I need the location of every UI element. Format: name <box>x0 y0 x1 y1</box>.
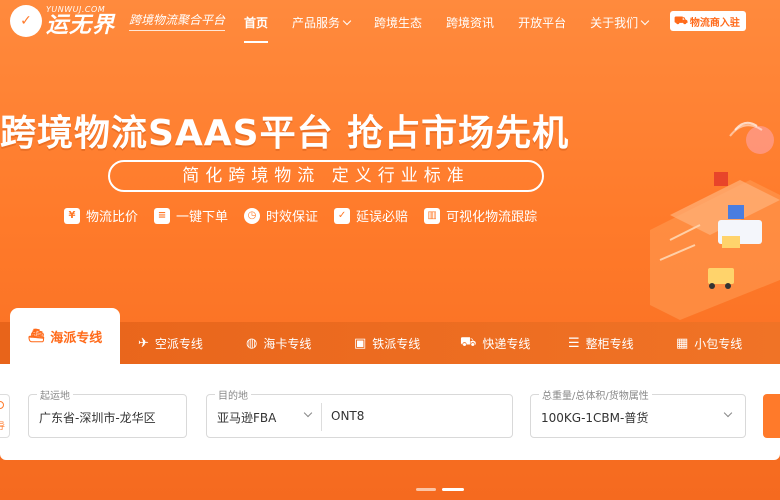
plane-icon: ✈ <box>138 335 149 351</box>
tab-sea-truck-line[interactable]: ◍ 海卡专线 <box>246 322 311 364</box>
feature-label: 时效保证 <box>266 210 319 225</box>
feature-item: ≡ 一键下单 <box>154 206 228 225</box>
chevron-down-icon <box>640 16 650 26</box>
logo-mark-icon: ✓ <box>10 5 42 37</box>
nav-item-label: 开放平台 <box>518 16 567 30</box>
left-partial-control[interactable]: 导 <box>0 394 10 438</box>
tab-container-line[interactable]: ☰ 整柜专线 <box>568 322 634 364</box>
feature-item: ¥ 物流比价 <box>64 206 138 225</box>
tab-sea-line[interactable]: ⛴ 海派专线 <box>10 308 120 364</box>
logo[interactable]: ✓ YUNWUJ.COM 运无界 跨境物流聚合平台 <box>10 4 226 38</box>
tab-express-line[interactable]: ⛟ 快递专线 <box>460 322 530 364</box>
cargo-value: 100KG-1CBM-普货 <box>541 411 649 425</box>
logo-cn: 运无界 <box>46 12 116 38</box>
feature-item: ◷ 时效保证 <box>244 206 318 225</box>
globe-icon: ◍ <box>246 335 258 351</box>
chart-icon: ▥ <box>424 207 441 224</box>
nav-item-label: 跨境生态 <box>374 16 423 30</box>
nav-item-label: 关于我们 <box>590 16 639 30</box>
train-icon: ▣ <box>354 335 367 351</box>
tab-label: 空派专线 <box>154 336 203 351</box>
hero-subtitle: 简化跨境物流 定义行业标准 <box>108 160 544 192</box>
nav-item-about[interactable]: 关于我们 <box>578 0 660 46</box>
tab-rail-line[interactable]: ▣ 铁派专线 <box>354 322 420 364</box>
tab-parcel-line[interactable]: ▦ 小包专线 <box>676 322 742 364</box>
origin-label: 起运地 <box>37 387 73 402</box>
feature-item: ▥ 可视化物流跟踪 <box>424 206 537 225</box>
destination-field[interactable]: 目的地 亚马逊FBA ONT8 <box>206 387 513 438</box>
truck-icon: ⛟ <box>460 334 477 350</box>
divider <box>321 403 322 431</box>
nav-item-home[interactable]: 首页 <box>232 0 280 46</box>
carousel-dot-active[interactable] <box>442 488 464 491</box>
nav-item-news[interactable]: 跨境资讯 <box>434 0 506 46</box>
carousel-dot[interactable] <box>416 488 436 491</box>
logo-slogan: 跨境物流聚合平台 <box>129 11 226 31</box>
feature-list: ¥ 物流比价 ≡ 一键下单 ◷ 时效保证 ✓ 延误必赔 ▥ 可视化物流跟踪 <box>64 206 553 225</box>
left-partial-char: 导 <box>0 422 6 432</box>
nav-item-label: 首页 <box>244 16 269 30</box>
chevron-down-icon[interactable] <box>303 408 313 418</box>
tab-label: 海卡专线 <box>263 336 312 351</box>
feature-label: 可视化物流跟踪 <box>446 210 538 225</box>
nav-item-products[interactable]: 产品服务 <box>280 0 362 46</box>
feature-label: 一键下单 <box>176 210 229 225</box>
clock-icon <box>0 401 4 409</box>
hero-title: 跨境物流SAAS平台 抢占市场先机 <box>0 113 570 154</box>
nav-item-label: 跨境资讯 <box>446 16 495 30</box>
chevron-down-icon <box>342 16 352 26</box>
tab-label: 海派专线 <box>50 330 103 346</box>
ship-icon: ⛴ <box>27 328 45 344</box>
tab-label: 铁派专线 <box>372 336 421 351</box>
destination-label: 目的地 <box>215 387 251 402</box>
cargo-label: 总重量/总体积/货物属性 <box>539 387 652 402</box>
cargo-field[interactable]: 总重量/总体积/货物属性 100KG-1CBM-普货 <box>530 387 746 438</box>
destination-code-value[interactable]: ONT8 <box>331 409 364 423</box>
feature-item: ✓ 延误必赔 <box>334 206 408 225</box>
nav-item-ecosystem[interactable]: 跨境生态 <box>362 0 434 46</box>
nav-item-label: 产品服务 <box>292 16 341 30</box>
tab-label: 整柜专线 <box>585 336 634 351</box>
package-icon: ▦ <box>676 335 689 351</box>
search-button[interactable] <box>763 394 780 438</box>
chevron-down-icon <box>723 408 733 418</box>
search-panel: 导 起运地 广东省-深圳市-龙华区 目的地 亚马逊FBA ONT8 总重量/总体… <box>0 364 780 460</box>
shipping-line-tabs: ⛴ 海派专线 ✈ 空派专线 ◍ 海卡专线 ▣ 铁派专线 ⛟ 快递专线 ☰ 整柜专… <box>0 308 780 364</box>
tab-air-line[interactable]: ✈ 空派专线 <box>138 322 203 364</box>
origin-field[interactable]: 起运地 广东省-深圳市-龙华区 <box>28 387 187 438</box>
logo-text: YUNWUJ.COM 运无界 <box>46 4 116 38</box>
feature-label: 物流比价 <box>86 210 139 225</box>
shield-icon: ✓ <box>334 207 351 224</box>
yen-icon: ¥ <box>64 207 80 224</box>
header: ✓ YUNWUJ.COM 运无界 跨境物流聚合平台 首页 产品服务 跨境生态 跨… <box>0 0 780 46</box>
logo-en: YUNWUJ.COM <box>46 4 106 14</box>
nav-item-open-platform[interactable]: 开放平台 <box>506 0 578 46</box>
main-nav: 首页 产品服务 跨境生态 跨境资讯 开放平台 关于我们 <box>232 0 660 46</box>
merchant-join-label: 物流商入驻 <box>689 17 740 29</box>
origin-value: 广东省-深圳市-龙华区 <box>39 411 156 425</box>
order-icon: ≡ <box>154 207 171 224</box>
clock-icon: ◷ <box>244 207 261 224</box>
tab-label: 快递专线 <box>482 336 531 351</box>
merchant-join-button[interactable]: ⛟ 物流商入驻 <box>670 11 746 31</box>
logistics-illustration <box>650 121 780 320</box>
feature-label: 延误必赔 <box>356 210 409 225</box>
truck-icon: ⛟ <box>674 13 688 27</box>
destination-type-value[interactable]: 亚马逊FBA <box>217 409 276 426</box>
tab-label: 小包专线 <box>694 336 743 351</box>
container-icon: ☰ <box>568 335 580 351</box>
